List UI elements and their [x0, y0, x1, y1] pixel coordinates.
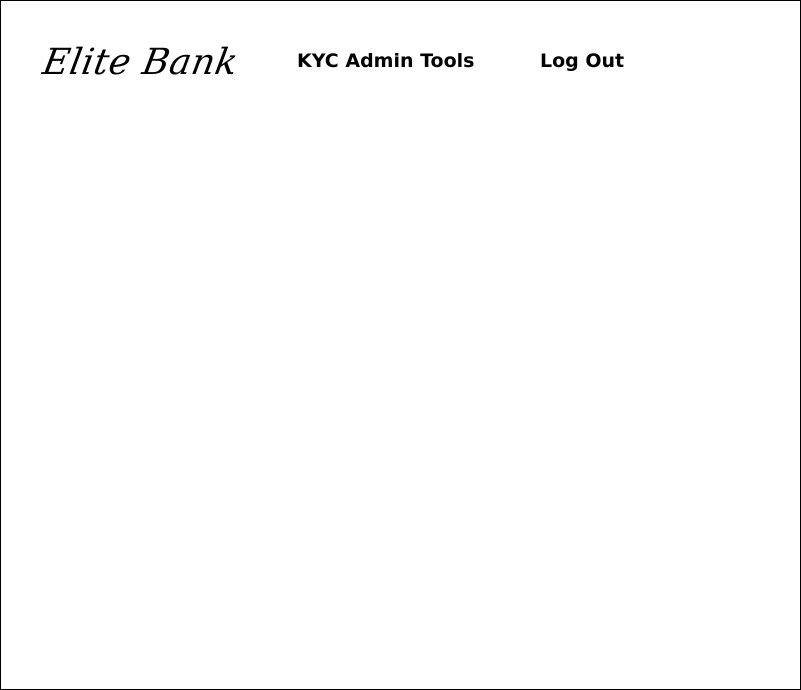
- top-navigation-bar: Elite Bank KYC Admin Tools Log Out: [1, 1, 800, 121]
- brand-logo[interactable]: Elite Bank: [39, 39, 242, 87]
- main-content-area: [1, 121, 800, 689]
- nav-link-kyc-admin-tools[interactable]: KYC Admin Tools: [297, 46, 475, 76]
- app-window: Elite Bank KYC Admin Tools Log Out: [0, 0, 801, 690]
- log-out-link[interactable]: Log Out: [540, 46, 624, 76]
